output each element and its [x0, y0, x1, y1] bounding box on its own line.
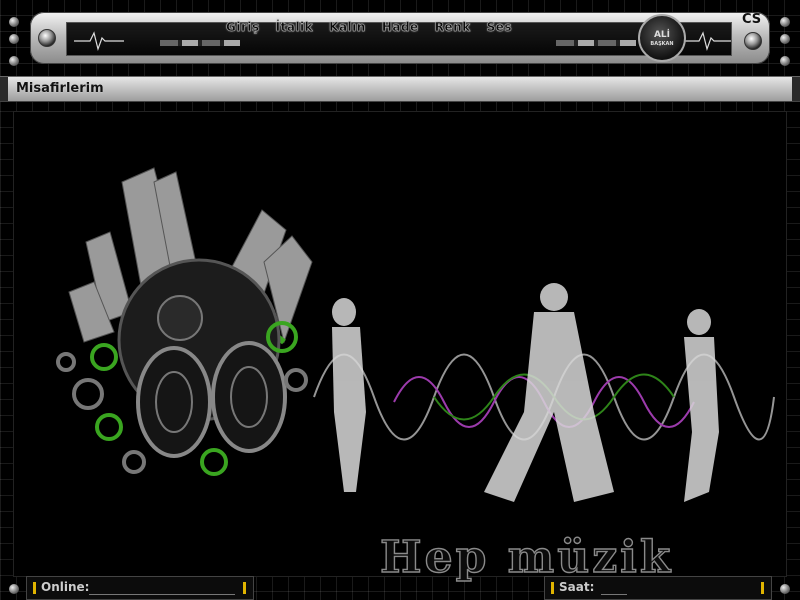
bolt: [780, 584, 790, 594]
heartbeat-icon: [74, 31, 124, 52]
bolt: [780, 17, 790, 27]
hero-banner-image: [56, 167, 775, 502]
nav-item-giris[interactable]: Giriş: [226, 20, 260, 34]
bolt: [9, 34, 19, 44]
section-edge-right: [792, 77, 800, 101]
panel-marker: [551, 582, 554, 594]
cs-mark: CS: [742, 12, 762, 27]
bolt: [780, 56, 790, 66]
nav-item-kalin[interactable]: Kalın: [329, 20, 366, 34]
panel-marker: [243, 582, 246, 594]
nav-item-italik[interactable]: İtalik: [275, 20, 314, 34]
equalizer-strip-right: [556, 40, 636, 46]
bolt: [9, 17, 19, 27]
section-title: Misafirlerim: [16, 81, 104, 96]
nav-item-hade[interactable]: Hade: [382, 20, 419, 34]
nav-item-ses[interactable]: Ses: [486, 20, 512, 34]
logo-title: ALİ: [653, 30, 671, 40]
dancers: [332, 283, 719, 502]
main-nav: Giriş İtalik Kalın Hade Renk Ses: [226, 20, 512, 34]
saat-label: Saat:: [559, 580, 595, 594]
left-knob: [38, 29, 56, 47]
bolt: [9, 584, 19, 594]
online-panel: Online:: [26, 576, 254, 600]
panel-marker: [33, 582, 36, 594]
saat-underline: [601, 594, 627, 595]
saat-panel: Saat:: [544, 576, 772, 600]
right-knob: [744, 32, 762, 50]
content-area: [14, 112, 786, 576]
bolt: [780, 34, 790, 44]
heartbeat-icon: [685, 31, 731, 52]
panel-marker: [761, 582, 764, 594]
ali-baskan-logo: ALİ BAŞKAN: [638, 14, 686, 62]
bolt: [9, 56, 19, 66]
equalizer-strip-left: [160, 40, 240, 46]
logo-subtitle: BAŞKAN: [650, 41, 674, 47]
online-underline: [89, 594, 235, 595]
nav-item-renk[interactable]: Renk: [435, 20, 471, 34]
online-label: Online:: [41, 580, 90, 594]
section-header: Misafirlerim: [0, 76, 800, 102]
section-edge-left: [0, 77, 8, 101]
